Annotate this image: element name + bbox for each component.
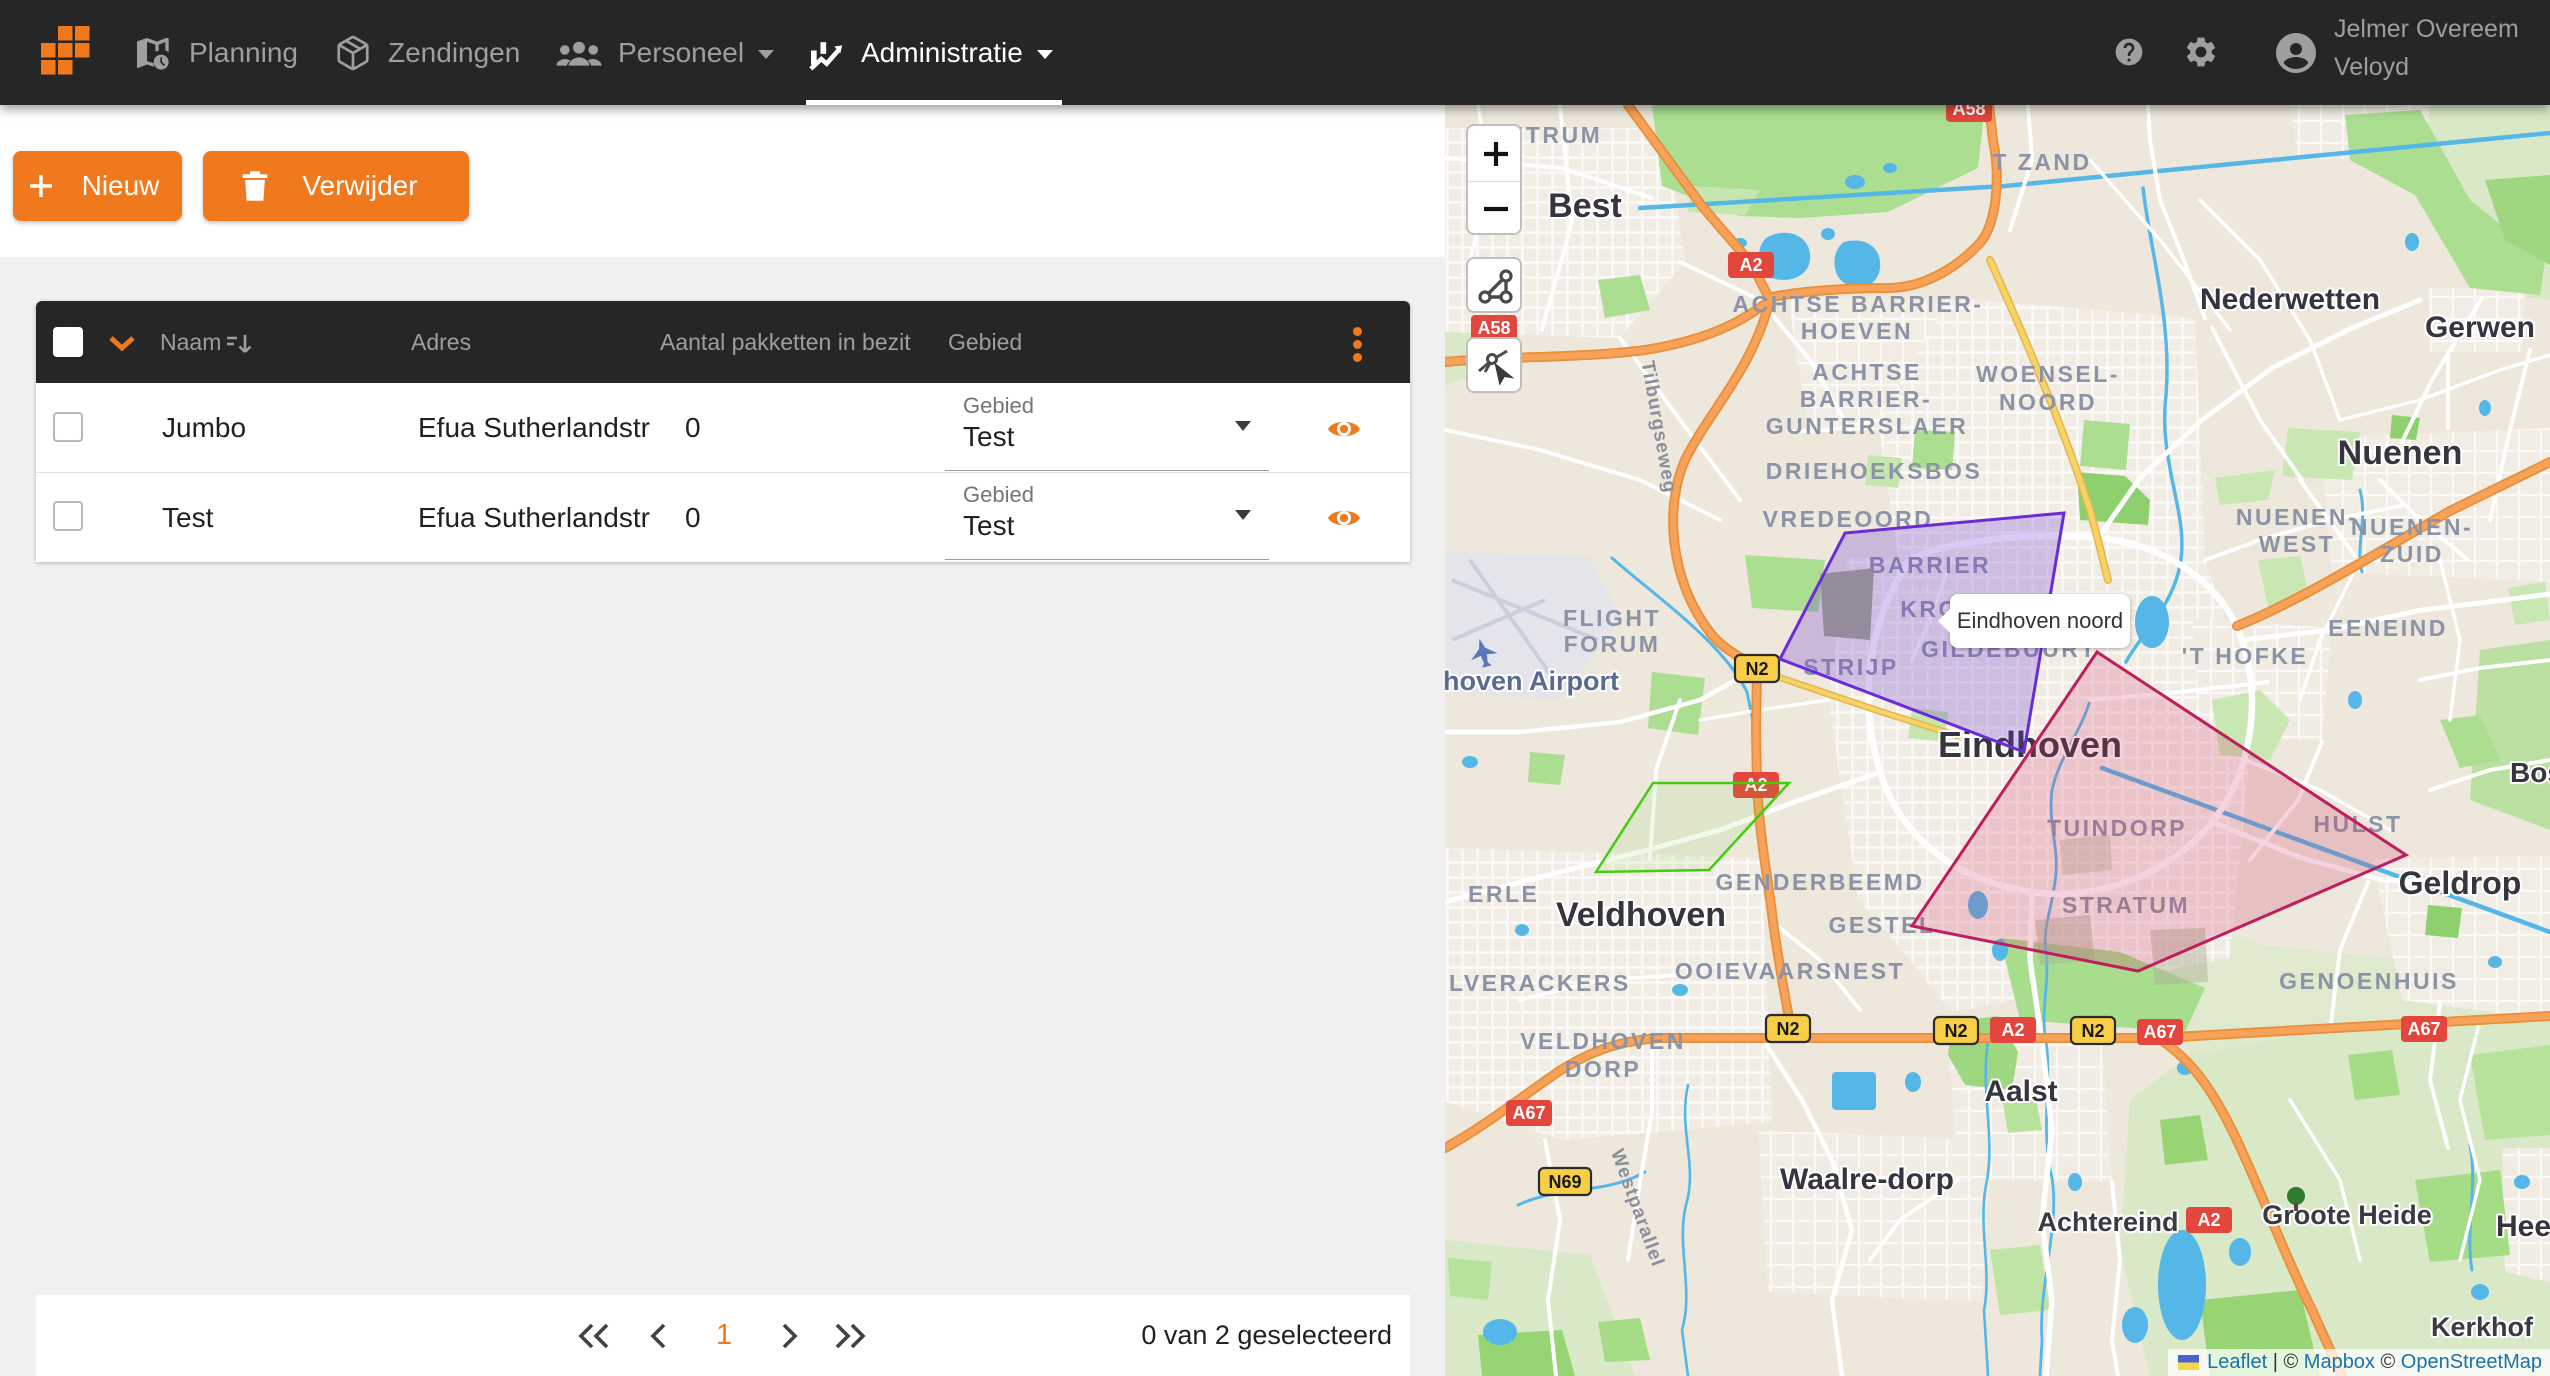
svg-text:OOIEVAARSNEST: OOIEVAARSNEST [1675,958,1905,984]
svg-text:Bosp: Bosp [2510,757,2550,788]
svg-text:DRIEHOEKSBOS: DRIEHOEKSBOS [1766,458,1983,484]
svg-text:GENDERBEEMD: GENDERBEEMD [1716,869,1925,895]
svg-text:VELDHOVEN: VELDHOVEN [1520,1028,1686,1054]
svg-text:N2: N2 [2081,1021,2104,1041]
svg-text:A2: A2 [2197,1210,2220,1230]
svg-text:BARRIER-: BARRIER- [1800,386,1932,412]
svg-text:Best: Best [1548,187,1622,225]
svg-text:Groote Heide: Groote Heide [2262,1200,2432,1230]
svg-text:A2: A2 [2001,1020,2024,1040]
svg-text:Kerkhof: Kerkhof [2431,1312,2534,1342]
svg-text:ZUID: ZUID [2380,541,2444,567]
svg-text:WEST: WEST [2259,531,2335,557]
svg-text:Nederwetten: Nederwetten [2200,283,2380,316]
svg-text:EENEIND: EENEIND [2328,615,2448,641]
svg-text:NOORD: NOORD [1999,389,2097,415]
svg-text:T ZAND: T ZAND [1992,149,2091,175]
svg-text:'T HOFKE: 'T HOFKE [2182,643,2308,669]
svg-text:FLIGHT: FLIGHT [1563,605,1661,631]
svg-text:N69: N69 [1548,1172,1581,1192]
svg-text:A67: A67 [2407,1019,2440,1039]
svg-text:A58: A58 [1952,105,1985,119]
svg-text:N2: N2 [1944,1021,1967,1041]
svg-text:Heeze: Heeze [2496,1210,2550,1243]
svg-text:DORP: DORP [1565,1056,1641,1082]
svg-text:LVERACKERS: LVERACKERS [1449,970,1631,996]
svg-text:N2: N2 [1745,659,1768,679]
svg-text:Aalst: Aalst [1984,1075,2057,1108]
svg-text:WOENSEL-: WOENSEL- [1976,361,2120,387]
svg-text:A67: A67 [1512,1103,1545,1123]
svg-text:GUNTERSLAER: GUNTERSLAER [1766,413,1969,439]
svg-text:HOEVEN: HOEVEN [1801,318,1913,344]
svg-text:ERLE: ERLE [1468,881,1539,907]
svg-text:Gerwen: Gerwen [2425,311,2535,344]
svg-text:NUENEN-: NUENEN- [2236,504,2358,530]
svg-text:ACHTSE: ACHTSE [1812,359,1922,385]
svg-text:FORUM: FORUM [1564,631,1661,657]
svg-text:Geldrop: Geldrop [2399,865,2522,901]
svg-text:A2: A2 [1739,255,1762,275]
svg-text:hoven Airport: hoven Airport [1445,666,1619,696]
svg-text:Nuenen: Nuenen [2338,434,2463,472]
svg-text:NUENEN-: NUENEN- [2351,514,2473,540]
svg-text:A67: A67 [2143,1022,2176,1042]
svg-text:N2: N2 [1776,1019,1799,1039]
svg-text:A58: A58 [1477,318,1510,338]
svg-text:ACHTSE BARRIER-: ACHTSE BARRIER- [1733,291,1984,317]
svg-text:Achtereind: Achtereind [2037,1207,2178,1237]
svg-text:Waalre-dorp: Waalre-dorp [1780,1163,1954,1196]
svg-text:Veldhoven: Veldhoven [1556,896,1726,934]
svg-text:GENOENHUIS: GENOENHUIS [2279,968,2459,994]
